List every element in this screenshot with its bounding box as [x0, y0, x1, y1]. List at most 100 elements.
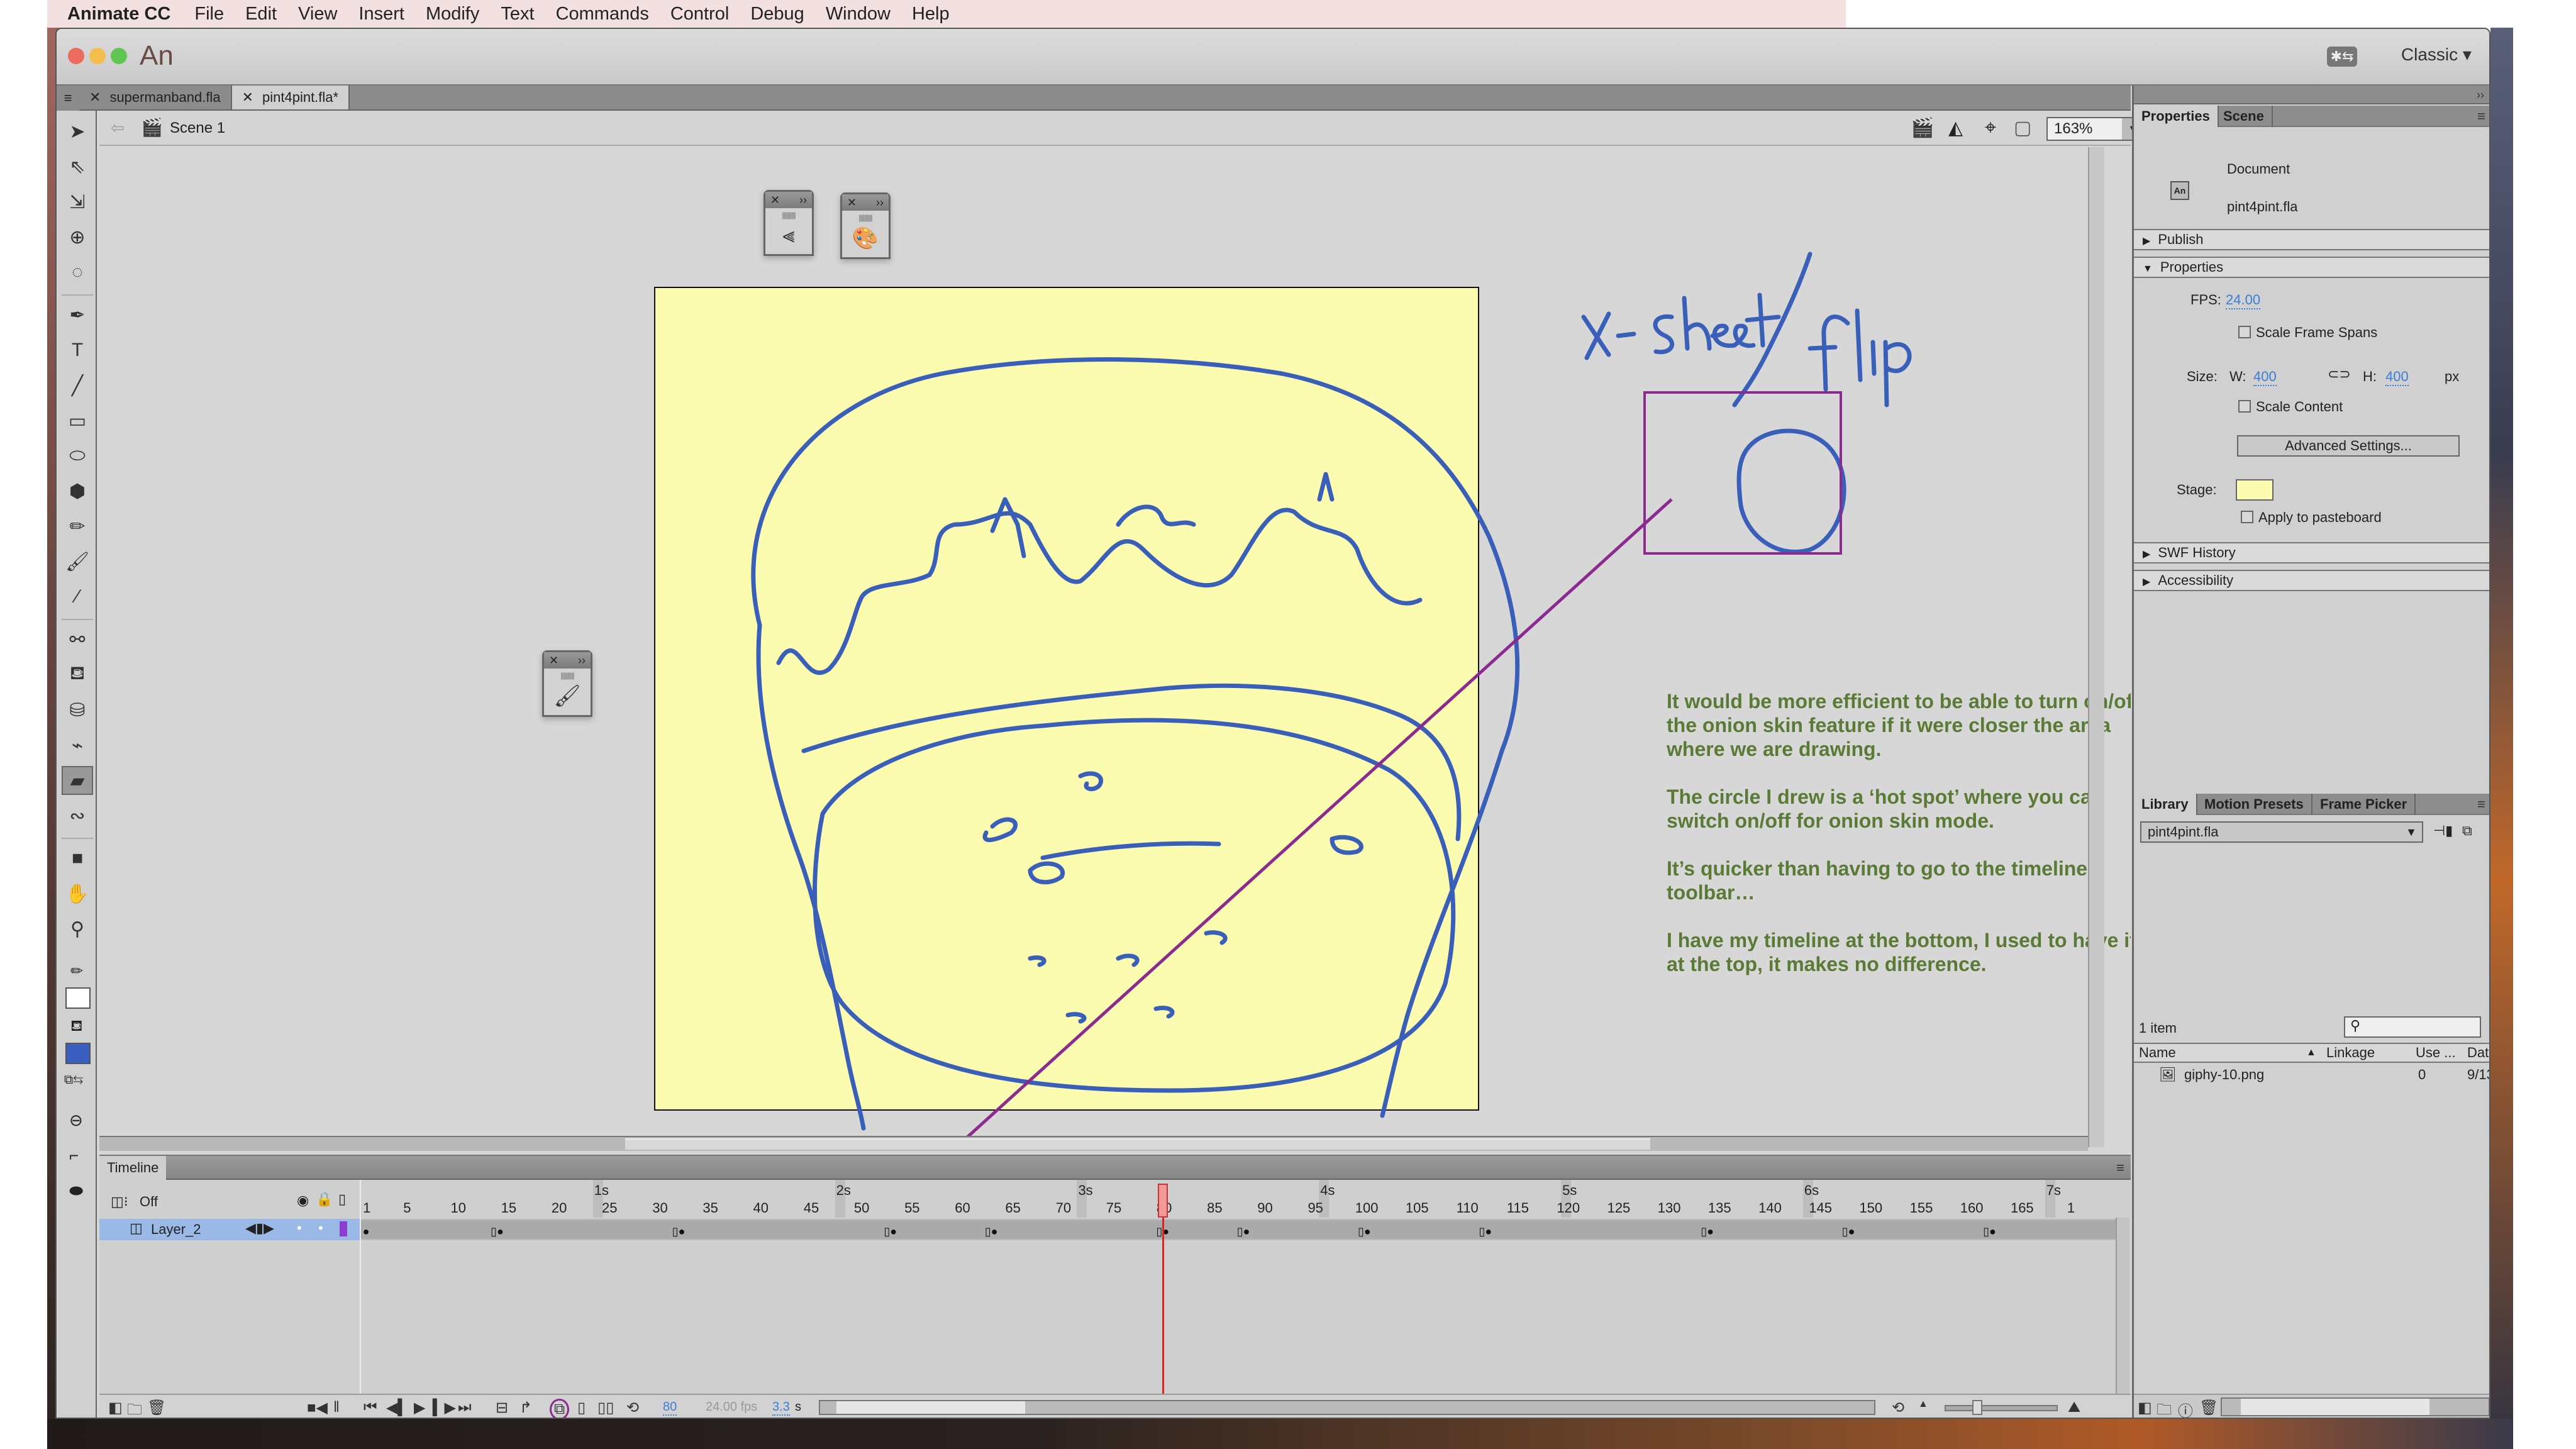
col-name[interactable]: Name — [2139, 1044, 2176, 1062]
clip-content-icon[interactable]: ▢ — [2014, 117, 2031, 139]
keyframe[interactable]: ▯● — [1237, 1225, 1250, 1238]
free-transform-tool[interactable]: ⇲ — [62, 187, 93, 216]
stage-horizontal-scrollbar[interactable] — [99, 1136, 2088, 1151]
width-tool[interactable]: ∾ — [62, 801, 93, 830]
back-arrow-icon[interactable]: ⇦ — [111, 118, 125, 138]
keyframe[interactable]: ▯● — [1358, 1225, 1371, 1238]
pasteboard[interactable]: ✕ ›› |||||||||| ⫷ ✕ ›› |||||||||| 🎨 ✕ ›› ||… — [99, 147, 2131, 1147]
library-search-input[interactable]: ⚲ — [2344, 1016, 2481, 1038]
pin-library-icon[interactable]: ⊣▮ — [2433, 823, 2453, 839]
smooth-icon[interactable]: ⌐ — [69, 1146, 79, 1165]
keyframe[interactable]: ▯● — [1842, 1225, 1855, 1238]
menu-edit[interactable]: Edit — [245, 4, 277, 25]
keyframe[interactable]: ▯● — [884, 1225, 897, 1238]
doc-tab-pint4pint[interactable]: ✕ pint4pint.fla* — [231, 86, 350, 109]
selection-tool[interactable]: ➤ — [62, 117, 93, 146]
object-drawing-icon[interactable]: ⬬ — [69, 1181, 83, 1201]
current-frame[interactable]: 80 — [663, 1400, 677, 1416]
pin-icon[interactable]: ‖ — [333, 1399, 340, 1416]
scrollbar-thumb[interactable] — [625, 1138, 1650, 1150]
camera-tool[interactable]: ■ — [62, 844, 93, 873]
3d-rotation-tool[interactable]: ⊕ — [62, 223, 93, 252]
visibility-dot[interactable]: • — [297, 1220, 302, 1236]
eye-icon[interactable]: ◉ — [297, 1192, 309, 1209]
sync-settings-button[interactable]: ✱⇆ — [2327, 47, 2357, 67]
paint-brush-tool[interactable]: 🖌 — [62, 547, 93, 576]
menu-insert[interactable]: Insert — [358, 4, 404, 25]
layer-row[interactable]: ◫ Layer_2 ◀▮▶ • • — [99, 1219, 360, 1240]
menu-help[interactable]: Help — [912, 4, 950, 25]
lock-dot[interactable]: • — [318, 1220, 323, 1236]
edit-scene-icon[interactable]: 🎬 — [1911, 117, 1934, 139]
trash-icon[interactable]: 🗑 — [2199, 1399, 2218, 1417]
timeline-vertical-scrollbar[interactable] — [2116, 1218, 2129, 1394]
workspace-switcher[interactable]: Classic ▾ — [2401, 44, 2472, 65]
section-publish[interactable]: ▶ Publish — [2134, 229, 2489, 250]
frame-rate[interactable]: 24.00 fps — [706, 1400, 757, 1414]
scale-frame-spans-checkbox[interactable] — [2238, 326, 2251, 338]
keyframe[interactable]: ▯● — [1479, 1225, 1492, 1238]
last-frame-icon[interactable]: ⏭ — [458, 1399, 472, 1416]
tab-properties[interactable]: Properties — [2134, 106, 2219, 127]
camera-icon[interactable]: ■◀ — [307, 1399, 328, 1417]
new-folder-icon[interactable]: 🗀 — [2157, 1399, 2172, 1418]
tab-library[interactable]: Library — [2134, 794, 2197, 815]
col-date[interactable]: Date — [2467, 1044, 2489, 1062]
menu-file[interactable]: File — [194, 4, 224, 25]
tab-scene[interactable]: Scene — [2216, 106, 2273, 127]
slider-handle[interactable] — [1972, 1400, 1982, 1415]
frames-row[interactable]: ●▯●▯●▯●▯●▯●▯●▯●▯●▯●▯●▯● — [361, 1219, 2116, 1240]
stage-vertical-scrollbar[interactable] — [2088, 147, 2104, 1147]
panel-menu-icon[interactable]: ≡ — [2477, 108, 2485, 125]
height-value[interactable]: 400 — [2385, 369, 2409, 386]
edit-multiple-frames-icon[interactable]: ▯▯ — [597, 1399, 614, 1417]
section-accessibility[interactable]: ▶ Accessibility — [2134, 570, 2489, 591]
width-value[interactable]: 400 — [2253, 369, 2277, 386]
window-minimize-button[interactable] — [89, 48, 106, 64]
library-document-select[interactable]: pint4pint.fla ▼ — [2140, 821, 2423, 843]
tab-frame-picker[interactable]: Frame Picker — [2312, 794, 2416, 815]
center-stage-icon[interactable]: ⌖ — [1985, 116, 1996, 140]
menu-view[interactable]: View — [298, 4, 337, 25]
loop-icon[interactable]: ↱ — [519, 1399, 532, 1417]
zoom-out-mountain-icon[interactable]: ▲ — [1918, 1399, 1928, 1410]
paint-bucket-tool[interactable]: ⛾ — [62, 660, 93, 689]
stroke-color-swatch[interactable] — [65, 987, 91, 1009]
close-tab-icon[interactable]: ✕ — [89, 89, 101, 105]
trash-icon[interactable]: 🗑 — [147, 1399, 166, 1417]
col-linkage[interactable]: Linkage — [2326, 1044, 2375, 1062]
scale-content-checkbox[interactable] — [2238, 400, 2251, 413]
bone-tool[interactable]: ⚯ — [62, 625, 93, 654]
tab-motion-presets[interactable]: Motion Presets — [2197, 794, 2312, 815]
lasso-tool[interactable]: ◌ — [62, 258, 93, 287]
subselection-tool[interactable]: ⇖ — [62, 152, 93, 181]
menu-text[interactable]: Text — [501, 4, 534, 25]
panel-menu-icon[interactable]: ≡ — [2477, 796, 2485, 813]
keyframe[interactable]: ● — [363, 1225, 370, 1238]
keyframe[interactable]: ▯● — [672, 1225, 686, 1238]
fill-color-swatch[interactable] — [65, 1043, 91, 1064]
zoom-level-select[interactable]: 163%▼ — [2046, 117, 2146, 141]
advanced-settings-button[interactable]: Advanced Settings... — [2237, 435, 2460, 457]
first-frame-icon[interactable]: ⏮ — [364, 1399, 377, 1416]
app-menu[interactable]: Animate CC — [67, 4, 170, 25]
new-layer-icon[interactable]: ◧ — [108, 1399, 123, 1417]
panel-menu-icon[interactable]: ≡ — [2116, 1160, 2124, 1176]
close-tab-icon[interactable]: ✕ — [242, 89, 253, 105]
new-folder-icon[interactable]: 🗀 — [127, 1399, 142, 1418]
camera-layer-icon[interactable]: ◫⁝ — [111, 1194, 128, 1210]
hand-tool[interactable]: ✋ — [62, 879, 93, 908]
playhead[interactable] — [1157, 1184, 1168, 1218]
play-icon[interactable]: ▶ — [414, 1399, 425, 1417]
edit-symbols-icon[interactable]: ◭ — [1948, 117, 1963, 139]
snap-to-objects-icon[interactable]: ⊖ — [69, 1111, 83, 1130]
onion-skin-icon[interactable]: ⧉ — [550, 1399, 570, 1418]
window-close-button[interactable] — [68, 48, 84, 64]
menu-debug[interactable]: Debug — [750, 4, 804, 25]
oval-tool[interactable]: ⬭ — [62, 441, 93, 470]
onion-skin-outlines-icon[interactable]: ▯ — [577, 1399, 586, 1417]
eyedropper-tool[interactable]: ⌁ — [62, 731, 93, 760]
section-properties[interactable]: ▼ Properties — [2134, 257, 2489, 278]
menu-modify[interactable]: Modify — [426, 4, 479, 25]
library-item[interactable]: 🖼 giphy-10.png 0 9/13 — [2134, 1064, 2489, 1085]
